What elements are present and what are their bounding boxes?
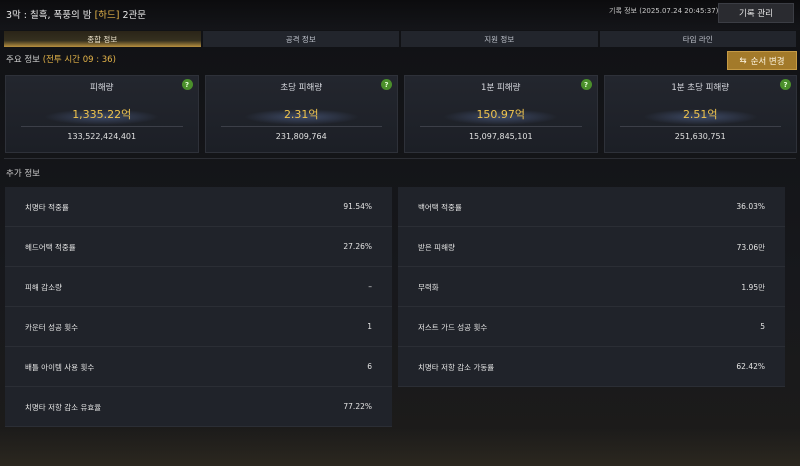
card-raw-value: 133,522,424,401: [67, 132, 137, 141]
raid-name: 3막 : 칠흑, 폭풍의 밤: [6, 10, 92, 21]
summary-cards: 피해량 ? 1,335.22억 133,522,424,401 초당 피해량 ?…: [5, 75, 797, 153]
tab-attack[interactable]: 공격 정보: [202, 31, 399, 47]
card-title: 1분 초당 피해량: [671, 83, 730, 93]
stat-label: 백어택 적중률: [418, 203, 462, 212]
stat-battle-item-count: 배틀 아이템 사용 횟수 6: [5, 347, 392, 387]
stat-row: 헤드어택 적중률 27.26% 받은 피해량 73.06만: [5, 227, 797, 267]
card-main-value: 2.51억: [682, 108, 718, 121]
swap-icon: ⇆: [739, 55, 747, 66]
header: 3막 : 칠흑, 폭풍의 밤 [하드] 2관문 기록 정보 (2025.07.2…: [0, 0, 800, 28]
tab-timeline[interactable]: 타임 라인: [599, 31, 796, 47]
help-icon[interactable]: ?: [181, 79, 193, 90]
stat-value: 73.06만: [736, 243, 765, 252]
stat-row: 카운터 성공 횟수 1 저스트 가드 성공 횟수 5: [5, 307, 797, 347]
stat-row: 치명타 적중률 91.54% 백어택 적중률 36.03%: [5, 187, 797, 227]
stat-label: 치명타 저항 감소 가동률: [418, 363, 495, 372]
help-icon[interactable]: ?: [780, 79, 791, 90]
record-manage-button[interactable]: 기록 관리: [718, 3, 794, 23]
order-change-button[interactable]: ⇆ 순서 변경: [727, 51, 797, 70]
stat-just-guard-count: 저스트 가드 성공 횟수 5: [398, 307, 785, 347]
battle-time: (전투 시간 09 : 36): [42, 55, 116, 65]
card-divider: [220, 126, 382, 127]
stat-value: 27.26%: [343, 242, 372, 251]
stat-row: 피해 감소량 – 무력화 1.95만: [5, 267, 797, 307]
stat-crit-rate: 치명타 적중률 91.54%: [5, 187, 392, 227]
stat-counter-count: 카운터 성공 횟수 1: [5, 307, 392, 347]
extra-info-label: 추가 정보: [6, 169, 40, 179]
card-1min-damage: 1분 피해량 ? 150.97억 15,097,845,101: [404, 75, 598, 153]
stat-label: 피해 감소량: [25, 283, 62, 292]
stat-value: 6: [367, 362, 372, 371]
card-divider: [420, 126, 582, 127]
stat-back-attack-rate: 백어택 적중률 36.03%: [398, 187, 785, 227]
record-timestamp: 기록 정보 (2025.07.24 20:45:37): [609, 7, 719, 15]
stat-value: 77.22%: [343, 402, 372, 411]
page-title: 3막 : 칠흑, 폭풍의 밤 [하드] 2관문: [6, 7, 146, 21]
stat-damage-reduction: 피해 감소량 –: [5, 267, 392, 307]
stat-value: –: [368, 282, 372, 291]
stat-crit-resist-uptime: 치명타 저항 감소 가동률 62.42%: [398, 347, 785, 387]
tab-bar: 종합 정보 공격 정보 지원 정보 타임 라인: [4, 31, 796, 47]
summary-label: 주요 정보 (전투 시간 09 : 36): [6, 53, 116, 65]
stat-crit-resist-efficiency: 치명타 저항 감소 유효율 77.22%: [5, 387, 392, 427]
stat-row: 치명타 저항 감소 유효율 77.22%: [5, 387, 797, 427]
stat-value: 1: [367, 322, 372, 331]
tab-support[interactable]: 지원 정보: [401, 31, 598, 47]
card-title: 피해량: [90, 83, 114, 93]
card-main-value: 2.31억: [283, 108, 319, 121]
summary-title: 주요 정보: [6, 55, 40, 65]
card-1min-dps: 1분 초당 피해량 ? 2.51억 251,630,751: [603, 75, 797, 153]
card-raw-value: 15,097,845,101: [468, 132, 533, 141]
card-main-value: 1,335.22억: [72, 108, 132, 121]
section-divider: [4, 158, 796, 159]
difficulty-badge: [하드]: [94, 10, 120, 21]
stat-label: 배틀 아이템 사용 횟수: [25, 363, 95, 372]
card-title: 초당 피해량: [280, 83, 323, 93]
card-raw-value: 251,630,751: [674, 132, 726, 141]
stat-value: 1.95만: [741, 283, 765, 292]
stat-label: 저스트 가드 성공 횟수: [418, 323, 488, 332]
card-divider: [619, 126, 781, 127]
stat-value: 91.54%: [343, 202, 372, 211]
stat-label: 받은 피해량: [418, 243, 455, 252]
stat-label: 헤드어택 적중률: [25, 243, 76, 252]
game-hud-background: [0, 428, 800, 466]
stat-stagger: 무력화 1.95만: [398, 267, 785, 307]
stat-head-attack-rate: 헤드어택 적중률 27.26%: [5, 227, 392, 267]
stat-value: 5: [760, 322, 765, 331]
stat-label: 카운터 성공 횟수: [25, 323, 79, 332]
help-icon[interactable]: ?: [580, 79, 592, 90]
order-change-label: 순서 변경: [750, 56, 785, 67]
stat-label: 치명타 저항 감소 유효율: [25, 403, 102, 412]
stat-value: 36.03%: [736, 202, 765, 211]
stat-row: 배틀 아이템 사용 횟수 6 치명타 저항 감소 가동률 62.42%: [5, 347, 797, 387]
gate-label: 2관문: [122, 10, 147, 21]
card-damage: 피해량 ? 1,335.22억 133,522,424,401: [5, 75, 199, 153]
stat-value: 62.42%: [736, 362, 765, 371]
stat-damage-taken: 받은 피해량 73.06만: [398, 227, 785, 267]
extra-info-grid: 치명타 적중률 91.54% 백어택 적중률 36.03% 헤드어택 적중률 2…: [5, 187, 797, 427]
card-title: 1분 피해량: [481, 83, 521, 93]
stat-label: 무력화: [418, 283, 439, 292]
card-divider: [21, 126, 183, 127]
card-raw-value: 231,809,764: [275, 132, 327, 141]
help-icon[interactable]: ?: [381, 79, 392, 90]
stat-label: 치명타 적중률: [25, 203, 69, 212]
tab-overview[interactable]: 종합 정보: [4, 31, 201, 47]
card-main-value: 150.97억: [476, 108, 526, 121]
card-dps: 초당 피해량 ? 2.31억 231,809,764: [204, 75, 398, 153]
